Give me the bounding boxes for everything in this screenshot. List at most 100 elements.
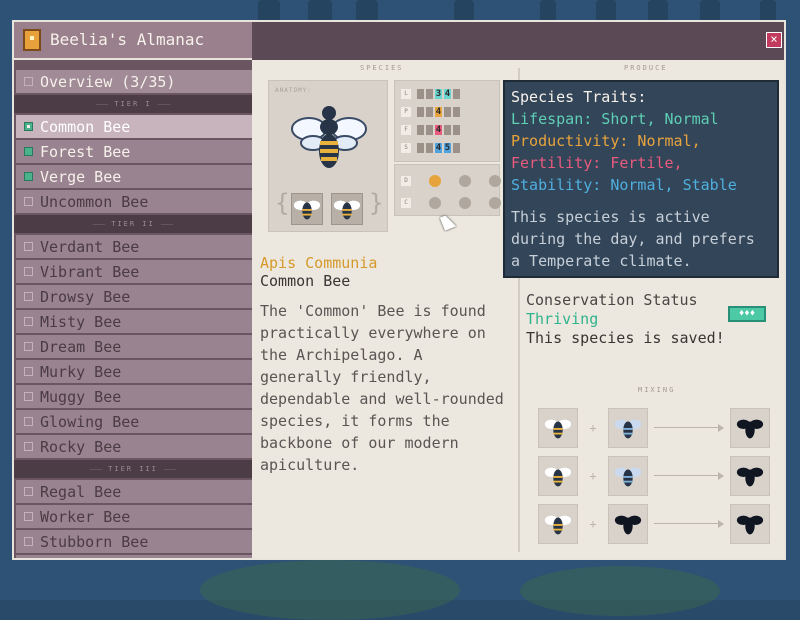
- title-bar: Beelia's Almanac: [14, 22, 252, 60]
- sidebar-item-glowing-bee[interactable]: Glowing Bee: [14, 410, 252, 433]
- stat-pip: 4: [435, 143, 442, 153]
- window-title: Beelia's Almanac: [50, 30, 205, 49]
- mix-result-slot[interactable]: [730, 456, 770, 496]
- mix-parent-a-slot[interactable]: [538, 504, 578, 544]
- stat-key: P: [401, 107, 411, 117]
- stat-key: F: [401, 125, 411, 135]
- sidebar-item-muggy-bee[interactable]: Muggy Bee: [14, 385, 252, 408]
- mix-parent-b-slot[interactable]: [608, 456, 648, 496]
- tooltip-fertility: Fertility: Fertile,: [511, 154, 683, 172]
- mixing-header: MIXING: [638, 386, 676, 394]
- checkbox-icon: [24, 147, 33, 156]
- species-header: SPECIES: [360, 64, 404, 72]
- sidebar-item-label: Murky Bee: [40, 362, 122, 381]
- plus-sign: +: [589, 421, 597, 435]
- stat-row: P4: [401, 105, 462, 119]
- sidebar-item-uncommon-bee[interactable]: Uncommon Bee: [14, 190, 252, 213]
- plus-sign: +: [589, 517, 597, 531]
- anatomy-label: ANATOMY:: [275, 87, 312, 94]
- checkbox-icon: [24, 317, 33, 326]
- species-description: The 'Common' Bee is found practically ev…: [260, 302, 504, 474]
- tooltip-productivity: Productivity: Normal,: [511, 132, 701, 150]
- sidebar-item-label: Domesticated Bee: [40, 558, 185, 559]
- mixing-row: +: [538, 408, 770, 448]
- arrow-right-icon: [654, 518, 724, 530]
- sidebar-item-label: Regal Bee: [40, 482, 122, 501]
- species-sidebar: Overview (3/35) TIER I Common Bee Forest …: [14, 60, 252, 558]
- mix-parent-a-slot[interactable]: [538, 408, 578, 448]
- sidebar-item-stubborn-bee[interactable]: Stubborn Bee: [14, 530, 252, 553]
- sidebar-item-verdant-bee[interactable]: Verdant Bee: [14, 235, 252, 258]
- tier-divider-2: TIER II: [14, 215, 252, 233]
- stat-pip: [417, 89, 424, 99]
- arrow-right-icon: [654, 470, 724, 482]
- stat-pip: 4: [444, 89, 451, 99]
- stat-pip: [453, 89, 460, 99]
- sidebar-item-regal-bee[interactable]: Regal Bee: [14, 480, 252, 503]
- checkbox-icon: [24, 487, 33, 496]
- mix-parent-a-slot[interactable]: [538, 456, 578, 496]
- sidebar-item-rocky-bee[interactable]: Rocky Bee: [14, 435, 252, 458]
- stat-pip: [426, 125, 433, 135]
- close-button[interactable]: ×: [766, 32, 782, 48]
- stat-key: S: [401, 143, 411, 153]
- mix-result-slot[interactable]: [730, 408, 770, 448]
- stat-pip: [417, 107, 424, 117]
- checkbox-icon: [24, 392, 33, 401]
- stat-pip: 4: [435, 125, 442, 135]
- moon-icon: [459, 175, 471, 187]
- sidebar-item-label: Dream Bee: [40, 337, 122, 356]
- tooltip-heading: Species Traits:: [511, 88, 647, 106]
- conservation-status: Thriving: [526, 310, 599, 328]
- common-name: Common Bee: [260, 272, 351, 290]
- almanac-book-icon: [23, 29, 41, 51]
- sidebar-item-worker-bee[interactable]: Worker Bee: [14, 505, 252, 528]
- snowflake-icon: [459, 197, 471, 209]
- conservation-message: This species is saved!: [526, 329, 725, 347]
- stat-pip: 3: [435, 89, 442, 99]
- sidebar-item-forest-bee[interactable]: Forest Bee: [14, 140, 252, 163]
- checkbox-icon: [24, 172, 33, 181]
- bee-male-slot[interactable]: [291, 193, 323, 225]
- sun-icon: [429, 175, 441, 187]
- bee-icon: [293, 200, 321, 220]
- stat-row: L 34: [401, 87, 462, 101]
- sidebar-item-verge-bee[interactable]: Verge Bee: [14, 165, 252, 188]
- stat-key: L: [401, 89, 411, 99]
- mix-parent-b-slot[interactable]: [608, 504, 648, 544]
- sidebar-item-drowsy-bee[interactable]: Drowsy Bee: [14, 285, 252, 308]
- mixing-row: +: [538, 504, 770, 544]
- stat-pip: [453, 125, 460, 135]
- bee-female-slot[interactable]: [331, 193, 363, 225]
- sidebar-item-common-bee[interactable]: Common Bee: [14, 115, 252, 138]
- checkbox-icon: [24, 267, 33, 276]
- checkbox-icon: [24, 537, 33, 546]
- sidebar-item-label: Stubborn Bee: [40, 532, 149, 551]
- sidebar-item-vibrant-bee[interactable]: Vibrant Bee: [14, 260, 252, 283]
- stat-pip: [444, 125, 451, 135]
- stat-pip: 4: [435, 107, 442, 117]
- checkbox-icon: [24, 242, 33, 251]
- sidebar-item-dream-bee[interactable]: Dream Bee: [14, 335, 252, 358]
- bee-icon: [333, 200, 361, 220]
- stat-pip: [453, 143, 460, 153]
- environment-panel: D C: [394, 164, 501, 216]
- stat-pip: [453, 107, 460, 117]
- conservation-badge: ♦♦♦: [728, 306, 766, 322]
- sidebar-item-label: Rocky Bee: [40, 437, 122, 456]
- sidebar-item-label: Misty Bee: [40, 312, 122, 331]
- checkbox-icon: [24, 342, 33, 351]
- stat-row: S 45: [401, 141, 462, 155]
- checkbox-icon: [24, 122, 33, 131]
- mix-parent-b-slot[interactable]: [608, 408, 648, 448]
- sidebar-item-murky-bee[interactable]: Murky Bee: [14, 360, 252, 383]
- checkbox-icon: [24, 512, 33, 521]
- species-traits-tooltip: Species Traits: Lifespan: Short, Normal …: [503, 80, 779, 278]
- mix-result-slot[interactable]: [730, 504, 770, 544]
- sidebar-item-overview[interactable]: Overview (3/35): [14, 70, 252, 93]
- sidebar-item-label: Muggy Bee: [40, 387, 122, 406]
- sidebar-item-misty-bee[interactable]: Misty Bee: [14, 310, 252, 333]
- sidebar-item-label: Worker Bee: [40, 507, 131, 526]
- sidebar-item-domesticated-bee[interactable]: Domesticated Bee: [14, 555, 252, 558]
- arrow-right-icon: [654, 422, 724, 434]
